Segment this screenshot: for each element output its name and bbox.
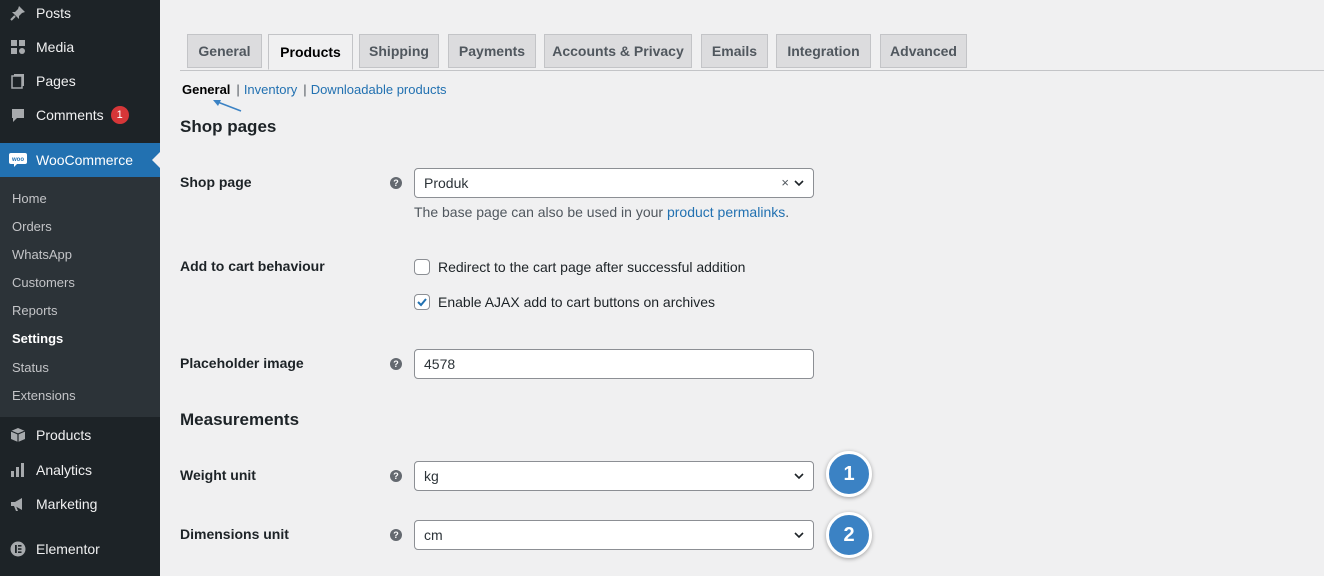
help-icon[interactable]: ? <box>390 177 402 189</box>
placeholder-image-input[interactable]: 4578 <box>414 349 814 379</box>
shop-page-label: Shop page <box>180 174 252 190</box>
submenu-extensions[interactable]: Extensions <box>12 388 76 403</box>
subnav-separator: | <box>236 81 240 97</box>
menu-pages[interactable]: Pages <box>0 64 160 98</box>
menu-elementor[interactable]: Elementor <box>0 532 160 566</box>
submenu-customers[interactable]: Customers <box>12 275 75 290</box>
menu-label: WooCommerce <box>36 152 133 168</box>
media-icon <box>8 37 28 57</box>
measurements-heading: Measurements <box>180 410 300 429</box>
elementor-icon <box>8 539 28 559</box>
admin-sidebar: Posts Media Pages Comments 1 woo WooComm… <box>0 0 160 576</box>
menu-analytics[interactable]: Analytics <box>0 453 160 487</box>
placeholder-image-label: Placeholder image <box>180 355 304 371</box>
menu-woocommerce[interactable]: woo WooCommerce <box>0 143 160 177</box>
tab-products[interactable]: Products <box>268 34 353 70</box>
dimensions-unit-label: Dimensions unit <box>180 526 289 542</box>
chevron-down-icon <box>794 473 804 480</box>
help-icon[interactable]: ? <box>390 470 402 482</box>
placeholder-image-value: 4578 <box>424 356 456 372</box>
dimensions-unit-select[interactable]: cm <box>414 520 814 550</box>
menu-label: Products <box>36 427 92 443</box>
subnav-separator: | <box>303 81 307 97</box>
tab-advanced[interactable]: Advanced <box>880 34 967 68</box>
tab-integration[interactable]: Integration <box>776 34 871 68</box>
submenu-orders[interactable]: Orders <box>12 219 52 234</box>
help-icon[interactable]: ? <box>390 358 402 370</box>
weight-unit-value: kg <box>424 468 439 484</box>
menu-marketing[interactable]: Marketing <box>0 487 160 521</box>
checkmark-icon <box>417 298 427 307</box>
woocommerce-submenu: Home Orders WhatsApp Customers Reports S… <box>0 177 160 417</box>
megaphone-icon <box>8 494 28 514</box>
submenu-status[interactable]: Status <box>12 360 49 375</box>
pin-icon <box>8 3 28 23</box>
weight-unit-select[interactable]: kg <box>414 461 814 491</box>
step-marker-2: 2 <box>826 512 872 558</box>
comment-icon <box>8 105 28 125</box>
help-icon[interactable]: ? <box>390 529 402 541</box>
tab-general[interactable]: General <box>187 34 262 68</box>
ajax-option[interactable]: Enable AJAX add to cart buttons on archi… <box>414 294 715 310</box>
submenu-settings[interactable]: Settings <box>12 331 63 346</box>
ajax-checkbox-label: Enable AJAX add to cart buttons on archi… <box>438 294 716 310</box>
subnav-general-current[interactable]: General <box>182 82 230 97</box>
menu-label: Analytics <box>36 462 93 478</box>
bar-chart-icon <box>8 460 28 480</box>
subnav-downloadable-link[interactable]: Downloadable products <box>311 82 447 97</box>
menu-comments[interactable]: Comments 1 <box>0 98 160 132</box>
tab-accounts-privacy[interactable]: Accounts & Privacy <box>544 34 692 68</box>
submenu-home[interactable]: Home <box>12 191 47 206</box>
shop-page-select[interactable]: Produk × <box>414 168 814 198</box>
section-subnav: General | Inventory | Downloadable produ… <box>182 80 447 98</box>
box-icon <box>8 425 28 445</box>
add-to-cart-label: Add to cart behaviour <box>180 258 325 274</box>
weight-unit-label: Weight unit <box>180 467 256 483</box>
shop-page-description: The base page can also be used in your p… <box>414 204 790 220</box>
dimensions-unit-value: cm <box>424 527 443 543</box>
menu-products[interactable]: Products <box>0 418 160 452</box>
pointer-arrow-icon <box>213 100 242 112</box>
product-permalinks-link[interactable]: product permalinks <box>667 204 785 220</box>
woocommerce-icon: woo <box>8 150 28 170</box>
subnav-inventory-link[interactable]: Inventory <box>244 82 297 97</box>
redirect-checkbox[interactable] <box>414 259 430 275</box>
submenu-whatsapp[interactable]: WhatsApp <box>12 247 72 262</box>
tab-payments[interactable]: Payments <box>448 34 536 68</box>
svg-text:woo: woo <box>11 157 24 163</box>
redirect-option[interactable]: Redirect to the cart page after successf… <box>414 259 745 275</box>
comments-count-badge: 1 <box>110 106 129 124</box>
shop-pages-heading: Shop pages <box>180 117 277 136</box>
chevron-down-icon <box>794 180 804 187</box>
menu-media[interactable]: Media <box>0 30 160 64</box>
menu-posts[interactable]: Posts <box>0 0 160 30</box>
ajax-checkbox[interactable] <box>414 294 430 310</box>
chevron-down-icon <box>794 532 804 539</box>
menu-label: Pages <box>36 73 76 89</box>
tab-shipping[interactable]: Shipping <box>359 34 439 68</box>
shop-page-value: Produk <box>424 175 469 191</box>
menu-label: Comments <box>36 107 104 123</box>
clear-selection-icon[interactable]: × <box>781 175 789 190</box>
menu-label: Marketing <box>36 496 98 512</box>
menu-label: Elementor <box>36 541 100 557</box>
submenu-reports[interactable]: Reports <box>12 303 58 318</box>
redirect-checkbox-label: Redirect to the cart page after successf… <box>438 259 746 275</box>
pages-icon <box>8 71 28 91</box>
tab-emails[interactable]: Emails <box>701 34 768 68</box>
menu-label: Media <box>36 39 75 55</box>
step-marker-1: 1 <box>826 451 872 497</box>
menu-label: Posts <box>36 5 72 21</box>
settings-tab-bar: General Products Shipping Payments Accou… <box>180 34 1324 71</box>
